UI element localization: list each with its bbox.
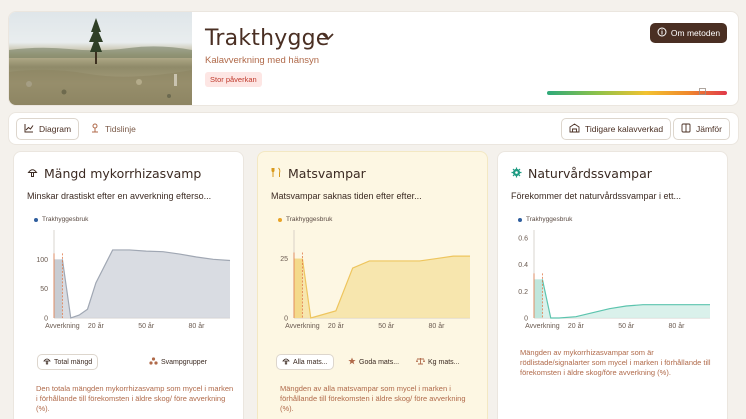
y-tick-label: 100 [36, 257, 48, 264]
y-tick-label: 50 [40, 286, 48, 293]
x-tick-label: 20 år [88, 322, 105, 330]
mushroom-icon [43, 357, 51, 367]
panel-note: Mängden av mykorrhizasvampar som är rödl… [520, 348, 711, 377]
legend-label: Trakhyggesbruk [42, 216, 89, 223]
clearcut-photo [9, 12, 192, 105]
chip-label: Total mängd [54, 358, 93, 366]
x-tick-label: 20 år [568, 322, 585, 330]
chip-groups[interactable]: Svampgrupper [144, 354, 212, 370]
impact-badge: Stor påverkan [205, 72, 262, 87]
chart-area: Trakhyggesbruk 100 50 0 Avverkning 20 år 50 å… [14, 210, 245, 340]
chip-label: Alla mats... [293, 358, 328, 366]
chip-label: Svampgrupper [161, 358, 207, 366]
conservation-chart: 0.6 0.4 0.2 0Avverkning 20 år 50 år 80 år [518, 230, 710, 330]
chip-kg-edible[interactable]: Kg mats... [411, 354, 465, 370]
chip-label: Goda mats... [359, 358, 400, 366]
y-tick-label: 0.4 [518, 262, 528, 269]
chip-total[interactable]: Total mängd [37, 354, 99, 370]
panel-description: Matsvampar saknas tiden efter efter... [271, 191, 422, 201]
x-tick-label: Avverkning [45, 323, 80, 330]
compare-icon [681, 123, 691, 135]
chart-line-icon [24, 123, 34, 135]
compare-label: Jämför [696, 124, 722, 134]
chart-area: Trakhyggesbruk 50250Avverkning20 år50 år… [258, 197, 489, 340]
chip-label: Kg mats... [428, 358, 460, 366]
panel-note: Mängden av alla matsvampar som mycel i m… [280, 384, 466, 413]
impact-marker-icon [699, 82, 706, 100]
page-title: Trakthygge [205, 26, 330, 51]
compare-button[interactable]: Jämför [673, 118, 730, 140]
groups-icon [149, 357, 158, 367]
chart-legend: Trakhyggesbruk [518, 216, 572, 223]
y-tick-label: 0 [284, 316, 288, 323]
y-tick-label: 0 [44, 316, 48, 323]
pre-harvest-area [54, 259, 63, 318]
x-tick-label: 80 år [188, 322, 205, 330]
previous-clearcut-button[interactable]: Tidigare kalavverkad [561, 118, 672, 140]
y-tick-label: 0.6 [518, 236, 528, 243]
panel-title: Mängd mykorrhizasvamp [44, 166, 202, 181]
panel-title-row: Mängd mykorrhizasvamp [27, 166, 201, 181]
tab-diagram[interactable]: Diagram [16, 118, 80, 140]
chart-area: Trakhyggesbruk 0.6 0.4 0.2 0 Avverkning 20 år… [498, 210, 729, 340]
x-tick-label: 20 år [328, 322, 345, 330]
about-method-label: Om metoden [670, 28, 721, 38]
chevron-down-icon[interactable] [321, 30, 335, 49]
header-card: Trakthygge Kalavverkning med hänsyn Stor… [8, 11, 739, 106]
panel-description: Minskar drastiskt efter en avverkning ef… [27, 191, 212, 201]
scale-icon [416, 357, 425, 367]
panel-title: Naturvårdssvampar [528, 166, 652, 181]
building-icon [569, 123, 580, 135]
x-tick-label: Avverkning [525, 323, 560, 330]
page-subtitle: Kalavverkning med hänsyn [205, 55, 320, 66]
x-tick-label: Avverkning [285, 323, 320, 330]
pre-harvest-area [534, 279, 543, 318]
view-toolbar: Diagram Tidslinje Tidigare kalavverkad J… [8, 112, 739, 145]
x-tick-label: 50 år [618, 322, 635, 330]
chart-legend: Trakhyggesbruk [34, 216, 88, 223]
tab-timeline-label: Tidslinje [105, 124, 136, 134]
series-area [542, 279, 710, 318]
timeline-icon [90, 123, 100, 135]
legend-label: Trakhyggesbruk [286, 216, 333, 223]
panel-conservation: Naturvårdssvampar Förekommer det naturvå… [497, 151, 728, 419]
info-icon [657, 27, 667, 39]
previous-clearcut-label: Tidigare kalavverkad [585, 124, 664, 134]
y-tick-label: 0.2 [518, 289, 528, 296]
legend-dot [278, 217, 282, 222]
chip-row: Total mängd Svampgrupper [14, 354, 245, 370]
chip-all-edible[interactable]: Alla mats... [276, 354, 334, 370]
chip-good-edible[interactable]: Goda mats... [343, 354, 404, 370]
y-tick-label: 25 [280, 256, 288, 263]
x-tick-label: 50 år [378, 322, 395, 330]
panel-title-row: Matsvampar [271, 166, 366, 181]
panel-mycorrhiza: Mängd mykorrhizasvamp Minskar drastiskt … [13, 151, 244, 419]
panel-edible: Matsvampar Matsvampar saknas tiden efter… [257, 151, 488, 419]
x-tick-label: 50 år [138, 322, 155, 330]
x-tick-label: 80 år [668, 322, 685, 330]
panel-title: Matsvampar [288, 166, 366, 181]
mycorrhiza-chart: 100 50 0Avverkning 20 år 50 år 80 år [36, 230, 231, 330]
mushroom-icon [27, 167, 38, 181]
tab-diagram-label: Diagram [39, 124, 72, 134]
fork-knife-icon [271, 167, 282, 181]
chart-legend: Trakhyggesbruk [278, 216, 332, 223]
about-method-button[interactable]: Om metoden [650, 23, 727, 43]
panel-note: Den totala mängden mykorrhizasvamp som m… [36, 384, 234, 413]
tab-timeline[interactable]: Tidslinje [83, 118, 143, 140]
pre-harvest-area [294, 258, 303, 318]
y-tick-label: 0 [524, 316, 528, 323]
edible-chart: 50250Avverkning20 år50 år80 år [280, 197, 470, 330]
mushroom-icon [282, 357, 290, 367]
gear-leaf-icon [511, 167, 522, 181]
legend-dot [34, 217, 38, 222]
series-area [302, 256, 470, 318]
legend-dot [518, 217, 522, 222]
chip-row: Alla mats... Goda mats... Kg mats... [258, 354, 489, 370]
legend-label: Trakhyggesbruk [526, 216, 573, 223]
star-icon [348, 357, 356, 367]
x-tick-label: 80 år [428, 322, 445, 330]
panel-description: Förekommer det naturvårdssvampar i ett..… [511, 191, 682, 201]
panel-title-row: Naturvårdssvampar [511, 166, 652, 181]
